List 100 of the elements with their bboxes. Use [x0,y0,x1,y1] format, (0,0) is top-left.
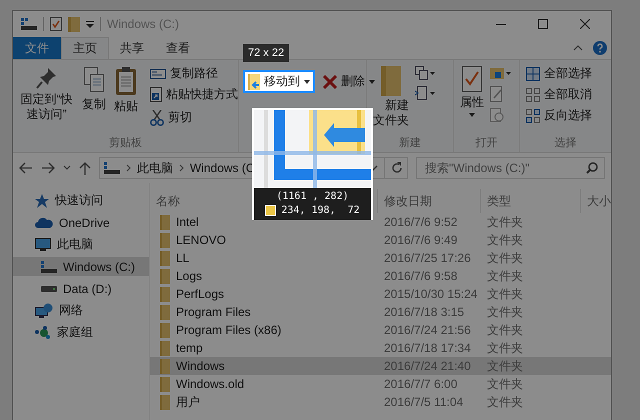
modified-date: 2016/7/18 3:15 [383,305,466,319]
folder-icon [160,214,170,230]
up-icon[interactable] [78,161,91,175]
forward-icon[interactable] [40,162,55,174]
nav-item[interactable]: OneDrive [13,213,149,232]
file-row[interactable]: Windows.old 2016/7/7 6:00 文件夹 [150,375,611,393]
search-field[interactable]: 搜索"Windows (C:)" [416,157,605,179]
file-name: Windows.old [176,377,244,391]
file-name: Program Files [176,305,251,319]
file-type: 文件夹 [486,250,524,266]
network-icon [35,303,53,318]
invert-selection-icon [526,108,540,122]
paste-button[interactable]: 粘贴 [112,64,140,135]
folder-icon [160,358,170,374]
close-icon[interactable] [580,19,590,29]
recent-locations-icon[interactable] [62,165,71,171]
file-row[interactable]: PerfLogs 2015/10/30 15:24 文件夹 [150,285,611,303]
refresh-icon[interactable] [391,162,403,174]
properties-icon[interactable] [50,17,62,31]
help-icon[interactable] [593,41,607,55]
file-row[interactable]: LENOVO 2016/7/6 9:49 文件夹 [150,231,611,249]
select-none-button[interactable]: 全部取消 [524,85,607,104]
edit-icon[interactable] [490,86,504,102]
nav-item[interactable]: 快速访问 [13,191,149,210]
file-type: 文件夹 [486,268,524,284]
modified-date: 2016/7/18 17:34 [383,341,472,355]
caret-icon [369,80,375,84]
file-row[interactable]: Program Files 2016/7/18 3:15 文件夹 [150,303,611,321]
collapse-ribbon-icon[interactable] [573,45,583,51]
folder-icon [160,394,170,410]
column-header[interactable]: 类型 [481,189,581,213]
file-row[interactable]: Program Files (x86) 2016/7/24 21:56 文件夹 [150,321,611,339]
group-label: 选择 [554,136,578,150]
select-none-icon [526,88,540,102]
copy-path-button[interactable]: 复制路径 [148,64,240,83]
file-type: 文件夹 [486,214,524,230]
nav-item[interactable]: 网络 [13,301,149,320]
file-row[interactable]: Logs 2016/7/6 9:58 文件夹 [150,267,611,285]
invert-selection-button[interactable]: 反向选择 [524,106,607,125]
file-name: Logs [176,269,202,283]
nav-item[interactable]: 家庭组 [13,323,149,342]
monitor-icon [35,238,51,252]
modified-date: 2016/7/6 9:49 [383,233,458,247]
ribbon-tab[interactable]: 共享 [109,37,155,59]
drive-icon [41,260,57,272]
select-all-button[interactable]: 全部选择 [524,64,607,83]
copy-icon [83,66,106,94]
caret-icon [469,113,475,117]
group-label: 打开 [474,136,498,150]
file-type: 文件夹 [486,286,524,302]
cut-button[interactable]: 剪切 [148,108,240,127]
file-row[interactable]: Windows 2016/7/24 21:40 文件夹 [150,357,611,375]
file-row[interactable]: temp 2016/7/18 17:34 文件夹 [150,339,611,357]
file-row[interactable]: 用户 2016/7/5 11:04 文件夹 [150,393,611,411]
delete-button[interactable]: 删除 [321,72,377,91]
column-header[interactable]: 大小 [581,189,611,213]
delete-icon [323,74,337,88]
file-type: 文件夹 [486,394,524,410]
copy-button[interactable]: 复制 [80,64,108,135]
cloud-icon [35,217,53,228]
file-row[interactable]: Intel 2016/7/6 9:52 文件夹 [150,213,611,231]
chevron-icon [178,164,184,172]
paste-shortcut-button[interactable]: 粘贴快捷方式 [148,85,240,104]
move-to-button[interactable]: 移动到 [243,70,315,93]
file-type: 文件夹 [486,358,524,374]
nav-item[interactable]: Windows (C:) [13,257,149,276]
chevron-icon [126,164,131,172]
column-header[interactable]: 修改日期 [378,189,481,213]
folder-icon [160,322,170,338]
modified-date: 2016/7/6 9:58 [383,269,458,283]
folder-icon [160,286,170,302]
properties-button[interactable]: 属性 [458,64,486,135]
drive-icon [104,162,120,174]
window-title: Windows (C:) [107,17,180,31]
folder-icon [160,376,170,392]
file-type: 文件夹 [486,322,524,338]
easy-access-icon[interactable] [415,86,435,100]
rgb-value: 234, 198, 72 [281,205,360,216]
history-icon[interactable] [490,108,504,122]
breadcrumb-item[interactable]: 此电脑 [136,160,173,176]
file-tab[interactable]: 文件 [13,37,61,59]
nav-item[interactable]: Data (D:) [13,279,149,298]
file-name: LL [176,251,190,265]
modified-date: 2016/7/25 17:26 [383,251,472,265]
back-icon[interactable] [19,162,33,174]
file-row[interactable]: LL 2016/7/25 17:26 文件夹 [150,249,611,267]
folder-icon [160,268,170,284]
open-folder-icon[interactable] [490,66,512,80]
ribbon-tab[interactable]: 查看 [155,37,201,59]
pin-to-quick-access-button[interactable]: 固定到“快速访问” [17,64,76,135]
file-name: PerfLogs [176,287,224,301]
path-icon [150,68,166,78]
select-all-icon [526,66,540,80]
modified-date: 2016/7/24 21:56 [383,323,472,337]
ribbon-tab[interactable]: 主页 [61,37,109,59]
folder-icon [381,66,401,96]
maximize-icon[interactable] [538,19,548,29]
new-item-icon[interactable] [415,66,435,80]
folder-icon [160,304,170,320]
nav-item[interactable]: 此电脑 [13,235,149,254]
